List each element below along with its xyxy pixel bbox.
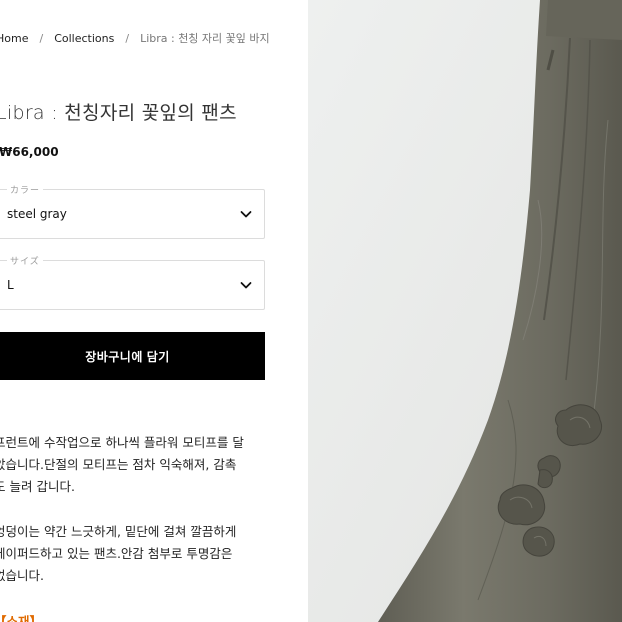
description-paragraph-1: 프런트에 수작업으로 하나씩 플라워 모티프를 달 았습니다.단절의 모티프는 … xyxy=(0,432,244,498)
material-heading: 【소재】 xyxy=(0,614,43,622)
breadcrumb-separator: / xyxy=(125,32,130,45)
color-select-value: steel gray xyxy=(7,207,67,221)
description-paragraph-2: 엉덩이는 약간 느긋하게, 밑단에 걸쳐 깔끔하게 테이퍼드하고 있는 팬츠.안… xyxy=(0,521,236,587)
color-select[interactable]: カラー steel gray xyxy=(0,183,265,239)
product-title: Libra : 천칭자리 꽃잎의 팬츠 xyxy=(0,102,237,124)
breadcrumb-collections-link[interactable]: Collections xyxy=(54,32,114,45)
size-select-value: L xyxy=(7,278,14,292)
description-line: 았습니다.단절의 모티프는 점차 익숙해져, 감촉 xyxy=(0,457,237,472)
description-line: 프런트에 수작업으로 하나씩 플라워 모티프를 달 xyxy=(0,435,244,450)
color-select-label: カラー xyxy=(7,183,44,196)
description-line: 없습니다. xyxy=(0,568,44,583)
chevron-down-icon xyxy=(240,211,252,218)
size-select[interactable]: サイズ L xyxy=(0,254,265,310)
add-to-cart-button[interactable]: 장바구니에 담기 xyxy=(0,332,265,380)
chevron-down-icon xyxy=(240,282,252,289)
size-select-label: サイズ xyxy=(7,254,43,267)
product-image[interactable] xyxy=(308,0,622,622)
product-info-panel: Home / Collections / Libra : 천칭 자리 꽃잎 바지 Lib… xyxy=(0,0,308,622)
breadcrumb-separator: / xyxy=(39,32,44,45)
breadcrumb-home-link[interactable]: Home xyxy=(0,32,28,45)
description-line: 테이퍼드하고 있는 팬츠.안감 첨부로 투명감은 xyxy=(0,546,233,561)
breadcrumb-current: Libra : 천칭 자리 꽃잎 바지 xyxy=(140,32,270,45)
description-line: 엉덩이는 약간 느긋하게, 밑단에 걸쳐 깔끔하게 xyxy=(0,524,237,539)
description-line: 도 늘려 갑니다. xyxy=(0,479,75,494)
breadcrumb: Home / Collections / Libra : 천칭 자리 꽃잎 바지 xyxy=(0,30,276,47)
pants-photo xyxy=(308,0,622,622)
product-price: ₩66,000 xyxy=(0,145,59,159)
